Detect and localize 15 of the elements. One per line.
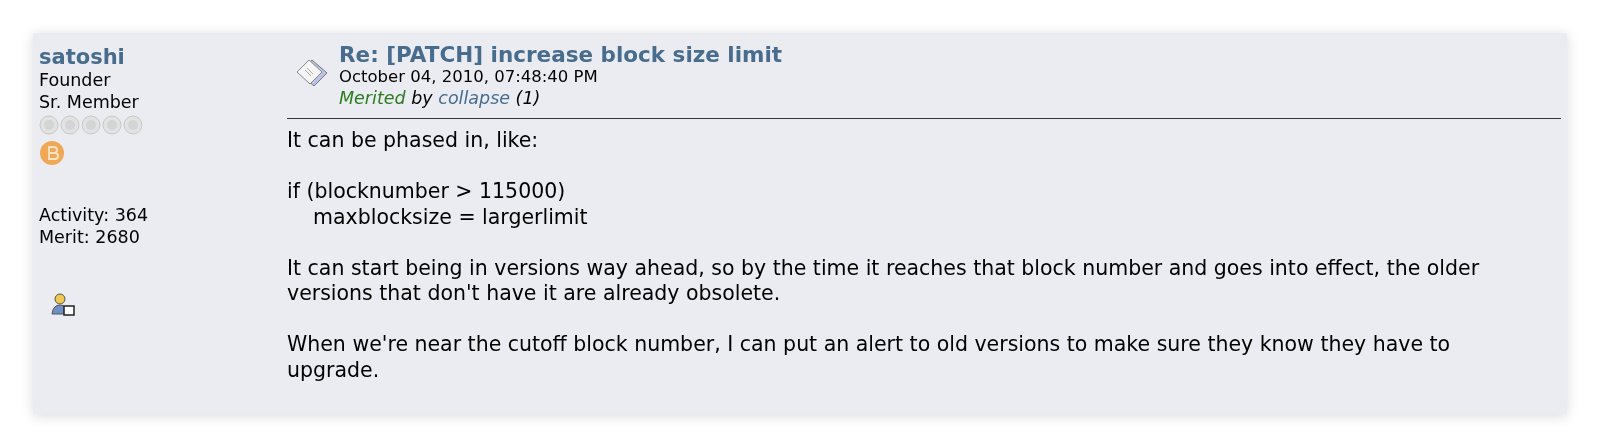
activity-count: Activity: 364 [39, 204, 149, 226]
merit-user-link[interactable]: collapse [438, 88, 511, 108]
member-rank: Sr. Member [39, 91, 139, 113]
post-date: October 04, 2010, 07:48:40 PM [339, 66, 599, 87]
post-title-link[interactable]: Re: [PATCH] increase block size limit [339, 43, 783, 66]
coin-badge-icon [39, 140, 65, 166]
post-paragraph: It can start being in versions way ahead, so by the time it reaches that block number and goes into effect, the older versions that don't have it are already obsolete. [287, 255, 1481, 307]
username-link[interactable]: satoshi [39, 45, 125, 69]
member-position: Founder [39, 69, 111, 91]
user-profile-icon[interactable] [51, 292, 75, 316]
merit-count: Merit: 2680 [39, 226, 140, 248]
post-paragraph: if (blocknumber > 115000) maxblocksize = largerlimit [287, 179, 589, 230]
merited-by-line: Merited by collapse (1) [339, 87, 542, 109]
post-paragraph: It can be phased in, like: [287, 128, 540, 154]
post-paragraph: When we're near the cutoff block number, I can put an alert to old versions to make sure they know they have to upgrade. [287, 332, 1452, 383]
